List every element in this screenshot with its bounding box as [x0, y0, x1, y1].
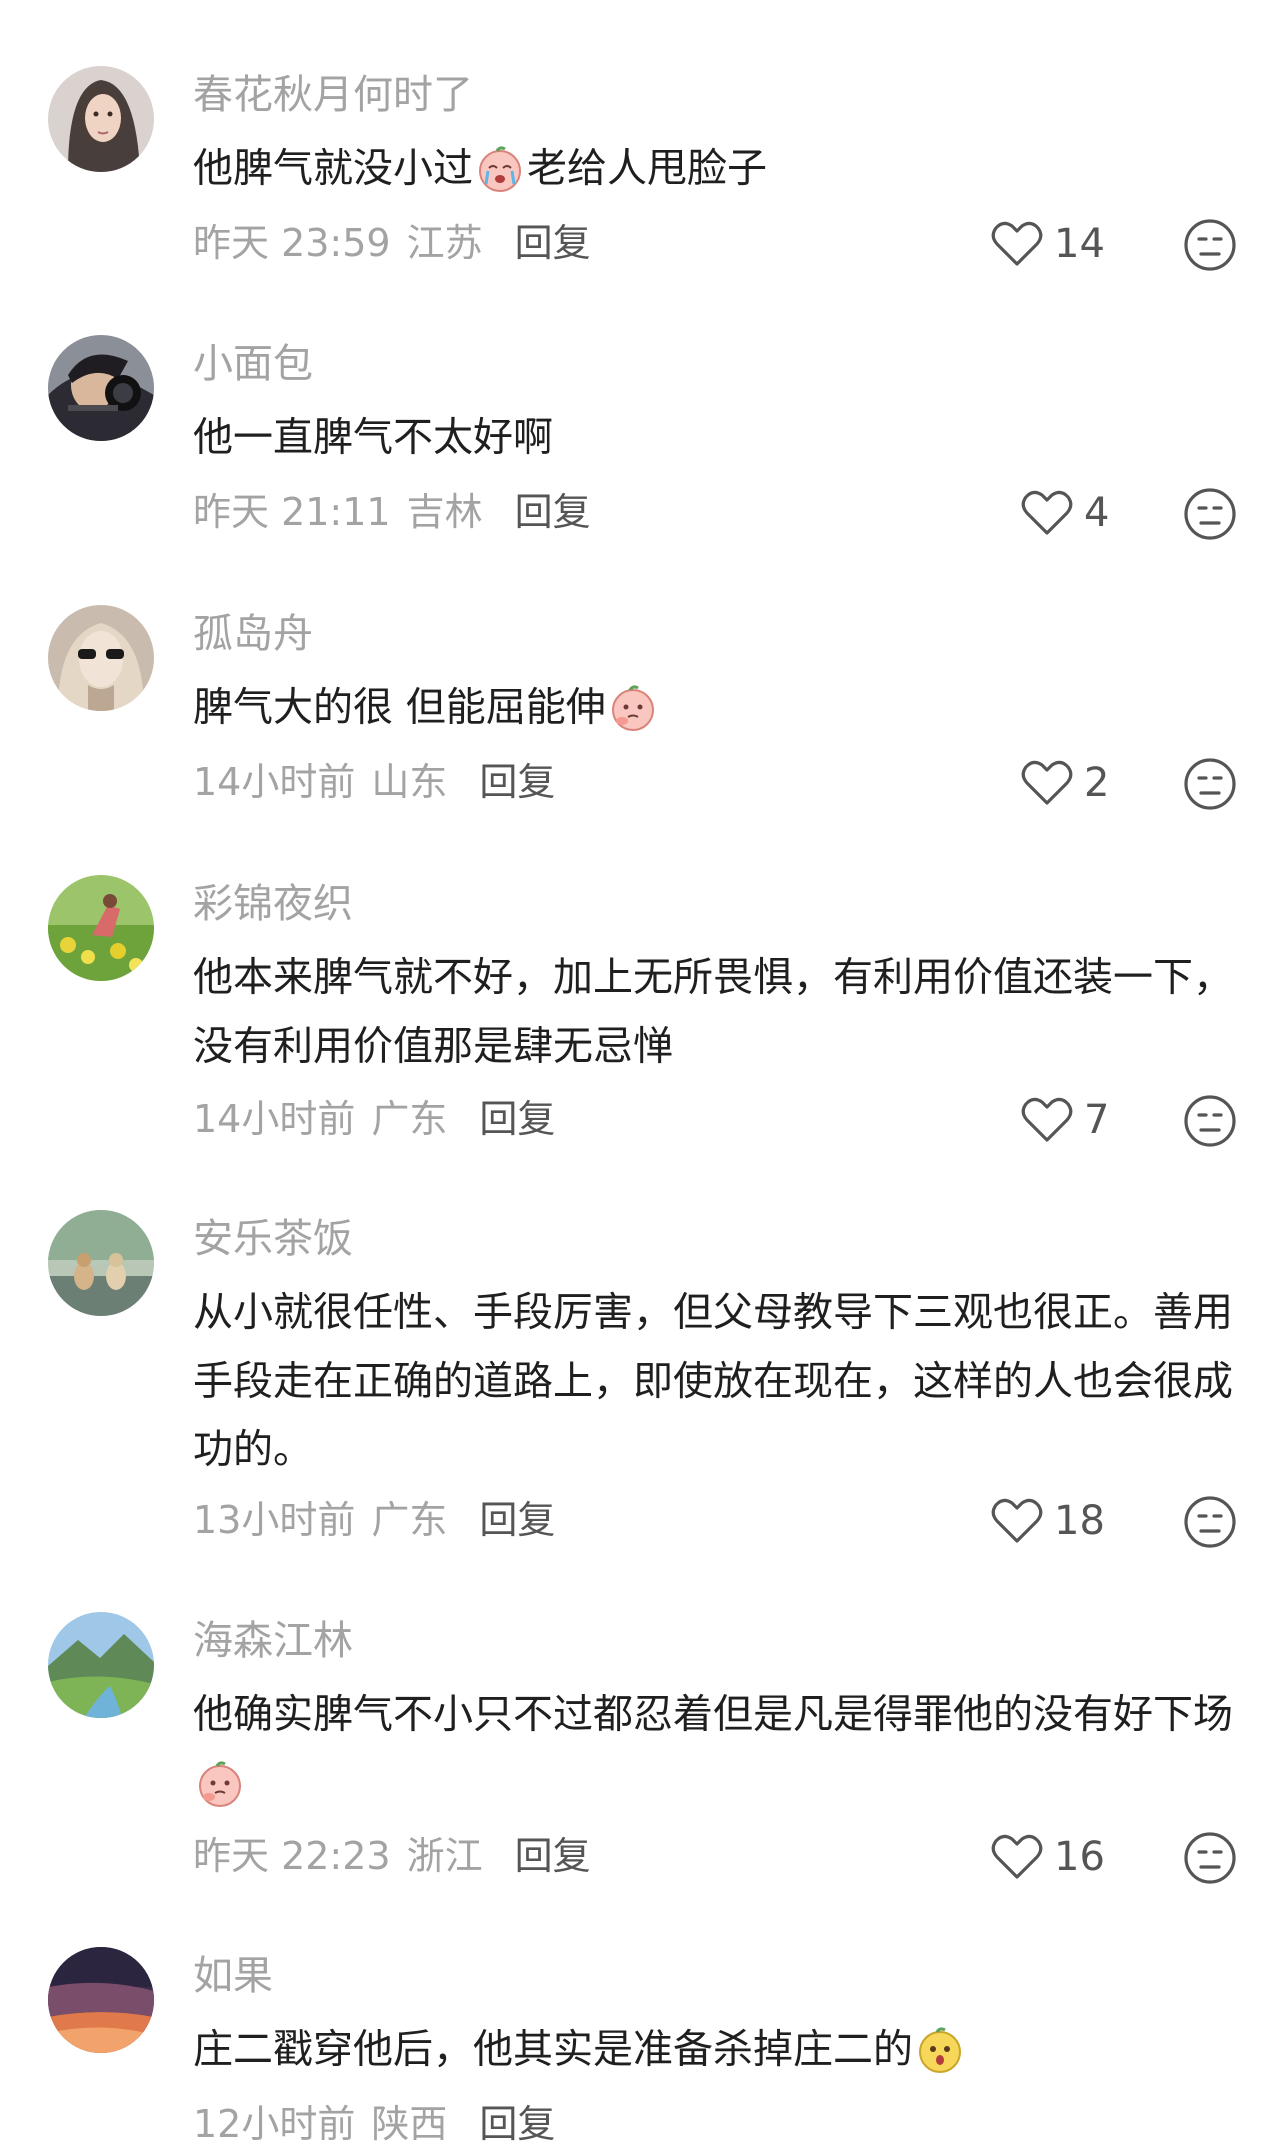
heart-icon	[1021, 760, 1073, 805]
reply-button[interactable]: 回复	[515, 490, 591, 534]
comment-text: 他确实脾气不小只不过都忍着但是凡是得罪他的没有好下场	[193, 1680, 1243, 1817]
location: 广东	[371, 1498, 448, 1542]
location: 江苏	[406, 221, 483, 265]
comment-text: 他本来脾气就不好，加上无所畏惧，有利用价值还装一下，没有利用价值那是肆无忌惮	[193, 954, 1233, 1070]
reply-button[interactable]: 回复	[515, 221, 591, 265]
like-count: 2	[1084, 760, 1110, 806]
like-button[interactable]: 18	[990, 1491, 1105, 1551]
comment-meta: 14小时前 山东 回复	[193, 755, 555, 809]
avatar[interactable]	[48, 1947, 154, 2053]
avatar[interactable]	[48, 605, 154, 711]
comment-text: 他脾气就没小过 老给人甩脸子	[193, 134, 1243, 203]
avatar[interactable]	[48, 875, 154, 981]
like-count: 16	[1054, 1834, 1105, 1880]
dislike-face-icon[interactable]	[1182, 217, 1238, 273]
reply-button[interactable]: 回复	[479, 760, 555, 804]
shocked-yellow-emoji	[919, 2027, 961, 2073]
like-button[interactable]: 2	[1020, 753, 1109, 813]
comment-meta: 昨天 23:59 江苏 回复	[193, 216, 591, 270]
username[interactable]: 彩锦夜织	[193, 877, 353, 931]
dislike-face-icon[interactable]	[1182, 1830, 1238, 1886]
thinking-peach-emoji	[199, 1760, 241, 1807]
comment-text: 他一直脾气不太好啊	[193, 414, 553, 461]
heart-icon	[1021, 1097, 1073, 1142]
comment-feed: 春花秋月何时了 他脾气就没小过 老给人甩脸子 昨天 23:59 江苏 回复 14 小面…	[0, 0, 1284, 2146]
timestamp: 昨天 22:23	[193, 1834, 391, 1878]
avatar[interactable]	[48, 1210, 154, 1316]
timestamp: 13小时前	[193, 1498, 356, 1542]
username[interactable]: 春花秋月何时了	[193, 68, 473, 122]
reply-button[interactable]: 回复	[479, 1498, 555, 1542]
timestamp: 14小时前	[193, 1097, 356, 1141]
timestamp: 14小时前	[193, 760, 356, 804]
heart-icon	[991, 1834, 1043, 1879]
comment-text: 庄二戳穿他后，他其实是准备杀掉庄二的	[193, 2015, 1243, 2084]
crying-peach-emoji	[479, 146, 521, 192]
like-button[interactable]: 14	[990, 214, 1105, 274]
comment-meta: 昨天 22:23 浙江 回复	[193, 1829, 591, 1883]
heart-icon	[991, 221, 1043, 266]
dislike-face-icon[interactable]	[1182, 1494, 1238, 1550]
comment-meta: 昨天 21:11 吉林 回复	[193, 485, 591, 539]
username[interactable]: 安乐茶饭	[193, 1212, 353, 1266]
thinking-peach-emoji	[611, 685, 654, 731]
comment-meta: 14小时前 广东 回复	[193, 1092, 555, 1146]
timestamp: 12小时前	[193, 2102, 356, 2146]
avatar[interactable]	[48, 335, 154, 441]
dislike-face-icon[interactable]	[1182, 756, 1238, 812]
location: 广东	[371, 1097, 448, 1141]
heart-icon	[991, 1498, 1043, 1543]
like-button[interactable]: 16	[990, 1827, 1105, 1887]
reply-button[interactable]: 回复	[479, 1097, 555, 1141]
like-count: 14	[1054, 221, 1105, 267]
username[interactable]: 孤岛舟	[193, 607, 313, 661]
like-count: 4	[1084, 490, 1110, 536]
like-button[interactable]: 7	[1020, 1090, 1109, 1150]
username[interactable]: 海森江林	[193, 1614, 353, 1668]
username[interactable]: 如果	[193, 1949, 273, 2003]
dislike-face-icon[interactable]	[1182, 486, 1238, 542]
location: 山东	[371, 760, 448, 804]
location: 陕西	[371, 2102, 448, 2146]
heart-icon	[1021, 490, 1073, 535]
reply-button[interactable]: 回复	[479, 2102, 555, 2146]
reply-button[interactable]: 回复	[515, 1834, 591, 1878]
location: 浙江	[406, 1834, 483, 1878]
like-count: 18	[1054, 1498, 1105, 1544]
username[interactable]: 小面包	[193, 337, 313, 391]
location: 吉林	[406, 490, 483, 534]
avatar[interactable]	[48, 66, 154, 172]
like-count: 7	[1084, 1097, 1110, 1143]
like-button[interactable]: 4	[1020, 483, 1109, 543]
comment-meta: 13小时前 广东 回复	[193, 1493, 555, 1547]
comment-text: 脾气大的很 但能屈能伸	[193, 673, 1243, 742]
comment-text: 从小就很任性、手段厉害，但父母教导下三观也很正。善用手段走在正确的道路上，即使放…	[193, 1289, 1233, 1473]
timestamp: 昨天 21:11	[193, 490, 391, 534]
timestamp: 昨天 23:59	[193, 221, 391, 265]
dislike-face-icon[interactable]	[1182, 1093, 1238, 1149]
avatar[interactable]	[48, 1612, 154, 1718]
